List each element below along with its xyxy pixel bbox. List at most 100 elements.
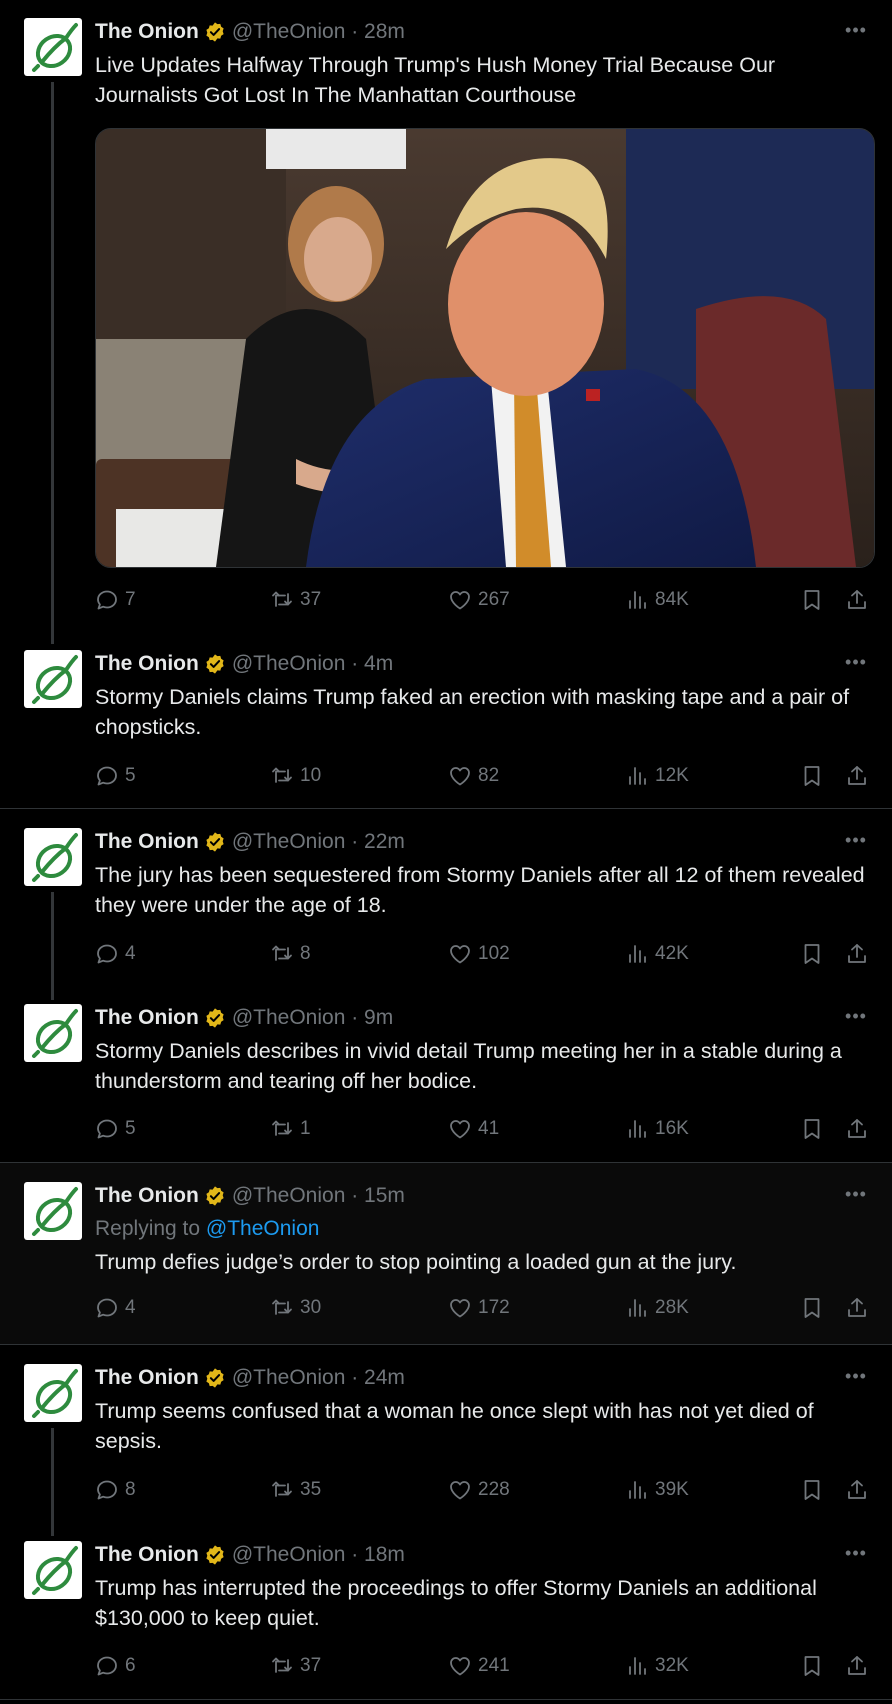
tweet[interactable]: The Onion @TheOnion · 9m ••• Stormy Dani… [0,994,892,1162]
tweet[interactable]: The Onion @TheOnion · 22m ••• The jury h… [0,809,892,1000]
like-button[interactable]: 41 [448,1115,499,1143]
author-name[interactable]: The Onion [95,652,199,676]
onion-logo-icon[interactable] [24,1541,82,1599]
more-icon[interactable]: ••• [842,20,870,40]
like-button[interactable]: 82 [448,762,499,790]
views-button[interactable]: 16K [625,1115,689,1143]
views-count: 32K [655,1655,689,1676]
bookmark-button[interactable] [800,1476,830,1504]
share-button[interactable] [845,1476,875,1504]
author-handle[interactable]: @TheOnion [232,20,346,44]
dot-separator: · [345,1366,365,1389]
bookmark-button[interactable] [800,762,830,790]
retweet-count: 37 [300,589,322,610]
retweet-button[interactable]: 1 [270,1115,311,1143]
onion-logo-icon[interactable] [24,650,82,708]
reply-button[interactable]: 5 [95,1115,136,1143]
tweet-actions: 4 30 172 28K [95,1294,875,1322]
onion-logo-icon[interactable] [24,1182,82,1240]
retweet-icon [270,1117,294,1141]
timestamp[interactable]: 4m [364,652,393,676]
author-name[interactable]: The Onion [95,1366,199,1390]
reply-button[interactable]: 5 [95,762,136,790]
timestamp[interactable]: 15m [364,1184,405,1208]
more-icon[interactable]: ••• [842,652,870,672]
bookmark-icon [800,1654,824,1678]
author-name[interactable]: The Onion [95,20,199,44]
reply-button[interactable]: 8 [95,1476,136,1504]
more-icon[interactable]: ••• [842,1184,870,1204]
timestamp[interactable]: 24m [364,1366,405,1390]
author-handle[interactable]: @TheOnion [232,1366,346,1390]
dot-separator: · [345,1543,365,1566]
more-icon[interactable]: ••• [842,1543,870,1563]
tweet-photo[interactable] [95,128,875,568]
like-button[interactable]: 267 [448,586,510,614]
onion-logo-icon[interactable] [24,1364,82,1422]
replying-mention-link[interactable]: @TheOnion [206,1217,320,1240]
more-icon[interactable]: ••• [842,1366,870,1386]
timestamp[interactable]: 9m [364,1006,393,1030]
like-button[interactable]: 172 [448,1294,510,1322]
bookmark-button[interactable] [800,586,830,614]
more-icon[interactable]: ••• [842,1006,870,1026]
share-button[interactable] [845,1294,875,1322]
tweet[interactable]: The Onion @TheOnion · 18m ••• Trump has … [0,1531,892,1699]
author-name[interactable]: The Onion [95,1184,199,1208]
author-handle[interactable]: @TheOnion [232,830,346,854]
retweet-button[interactable]: 10 [270,762,321,790]
share-button[interactable] [845,762,875,790]
tweet[interactable]: The Onion @TheOnion · 15m ••• Replying t… [0,1163,892,1344]
bookmark-button[interactable] [800,1294,830,1322]
verified-badge-icon [204,831,226,853]
retweet-button[interactable]: 35 [270,1476,321,1504]
retweet-button[interactable]: 37 [270,1652,321,1680]
dot-separator: · [345,1184,365,1207]
share-icon [845,1117,869,1141]
onion-logo-icon[interactable] [24,1004,82,1062]
views-button[interactable]: 28K [625,1294,689,1322]
more-icon[interactable]: ••• [842,830,870,850]
tweet-header: The Onion @TheOnion · 15m [95,1183,405,1209]
tweet[interactable]: The Onion @TheOnion · 4m ••• Stormy Dani… [0,636,892,808]
reply-button[interactable]: 4 [95,940,136,968]
like-button[interactable]: 228 [448,1476,510,1504]
share-icon [845,942,869,966]
views-button[interactable]: 84K [625,586,689,614]
author-name[interactable]: The Onion [95,1543,199,1567]
timestamp[interactable]: 22m [364,830,405,854]
timestamp[interactable]: 28m [364,20,405,44]
views-button[interactable]: 39K [625,1476,689,1504]
retweet-button[interactable]: 30 [270,1294,321,1322]
reply-button[interactable]: 4 [95,1294,136,1322]
thread-line [51,1428,54,1536]
timestamp[interactable]: 18m [364,1543,405,1567]
tweet[interactable]: The Onion @TheOnion · 28m ••• Live Updat… [0,0,892,644]
views-button[interactable]: 42K [625,940,689,968]
author-name[interactable]: The Onion [95,830,199,854]
author-handle[interactable]: @TheOnion [232,1184,346,1208]
share-button[interactable] [845,1115,875,1143]
retweet-button[interactable]: 8 [270,940,311,968]
like-button[interactable]: 241 [448,1652,510,1680]
bookmark-button[interactable] [800,940,830,968]
share-button[interactable] [845,1652,875,1680]
share-button[interactable] [845,940,875,968]
reply-button[interactable]: 7 [95,586,136,614]
views-button[interactable]: 32K [625,1652,689,1680]
author-name[interactable]: The Onion [95,1006,199,1030]
bookmark-button[interactable] [800,1652,830,1680]
reply-button[interactable]: 6 [95,1652,136,1680]
share-button[interactable] [845,586,875,614]
views-button[interactable]: 12K [625,762,689,790]
retweet-button[interactable]: 37 [270,586,321,614]
author-handle[interactable]: @TheOnion [232,652,346,676]
retweet-icon [270,1654,294,1678]
author-handle[interactable]: @TheOnion [232,1543,346,1567]
tweet[interactable]: The Onion @TheOnion · 24m ••• Trump seem… [0,1345,892,1536]
author-handle[interactable]: @TheOnion [232,1006,346,1030]
onion-logo-icon[interactable] [24,18,82,76]
like-button[interactable]: 102 [448,940,510,968]
onion-logo-icon[interactable] [24,828,82,886]
bookmark-button[interactable] [800,1115,830,1143]
